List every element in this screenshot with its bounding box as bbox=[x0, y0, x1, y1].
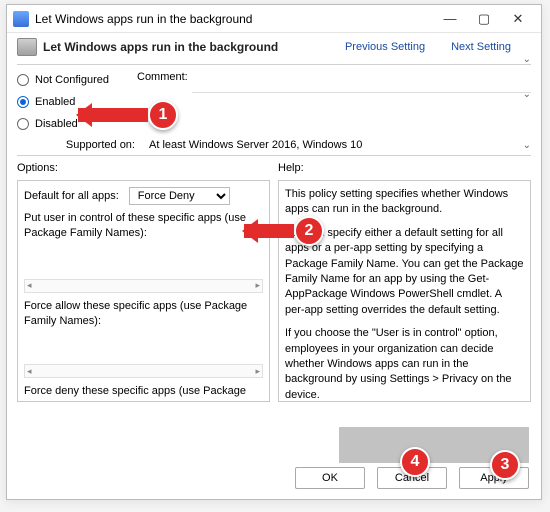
default-all-label: Default for all apps: bbox=[24, 190, 119, 202]
h-scroll-1[interactable]: ◂▸ bbox=[24, 279, 263, 293]
next-setting-link[interactable]: Next Setting bbox=[451, 41, 511, 53]
callout-2: 2 bbox=[244, 216, 324, 246]
supported-on-row: Supported on: At least Windows Server 20… bbox=[17, 139, 531, 151]
minimize-button[interactable]: — bbox=[433, 6, 467, 32]
policy-icon bbox=[17, 38, 37, 56]
help-p2: If you choose the "User is in control" o… bbox=[285, 326, 524, 402]
options-label: Options: bbox=[17, 162, 270, 174]
window-title: Let Windows apps run in the background bbox=[35, 12, 252, 26]
titlebar: Let Windows apps run in the background —… bbox=[7, 5, 541, 33]
h-scroll-2[interactable]: ◂▸ bbox=[24, 364, 263, 378]
default-all-select[interactable]: Force Deny bbox=[129, 187, 230, 205]
callout-3: 3 bbox=[490, 450, 520, 480]
comment-input[interactable] bbox=[192, 71, 531, 93]
chevron-down-icon: ⌄ bbox=[523, 140, 531, 151]
header-row: Let Windows apps run in the background P… bbox=[7, 33, 541, 56]
list3-label: Force deny these specific apps (use Pack… bbox=[24, 384, 263, 402]
options-panel: Default for all apps: Force Deny Put use… bbox=[17, 180, 270, 402]
callout-1: 1 bbox=[78, 100, 178, 130]
callout-4: 4 bbox=[400, 447, 430, 477]
chevron-down-icon: ⌄ bbox=[523, 54, 531, 65]
page-title: Let Windows apps run in the background bbox=[43, 40, 278, 54]
help-label: Help: bbox=[278, 162, 531, 174]
help-p0: This policy setting specifies whether Wi… bbox=[285, 187, 524, 218]
comment-label: Comment: bbox=[137, 71, 188, 83]
help-panel: This policy setting specifies whether Wi… bbox=[278, 180, 531, 402]
app-icon bbox=[13, 11, 29, 27]
policy-editor-window: Let Windows apps run in the background —… bbox=[6, 4, 542, 500]
ok-button[interactable]: OK bbox=[295, 467, 365, 489]
list1-label: Put user in control of these specific ap… bbox=[24, 211, 263, 241]
close-button[interactable]: ✕ bbox=[501, 6, 535, 32]
previous-setting-link[interactable]: Previous Setting bbox=[345, 41, 425, 53]
supported-on-label: Supported on: bbox=[17, 139, 135, 151]
radio-not-configured[interactable]: Not Configured bbox=[17, 74, 137, 86]
supported-on-value: At least Windows Server 2016, Windows 10 bbox=[149, 139, 362, 151]
maximize-button[interactable]: ▢ bbox=[467, 6, 501, 32]
list2-label: Force allow these specific apps (use Pac… bbox=[24, 299, 263, 329]
